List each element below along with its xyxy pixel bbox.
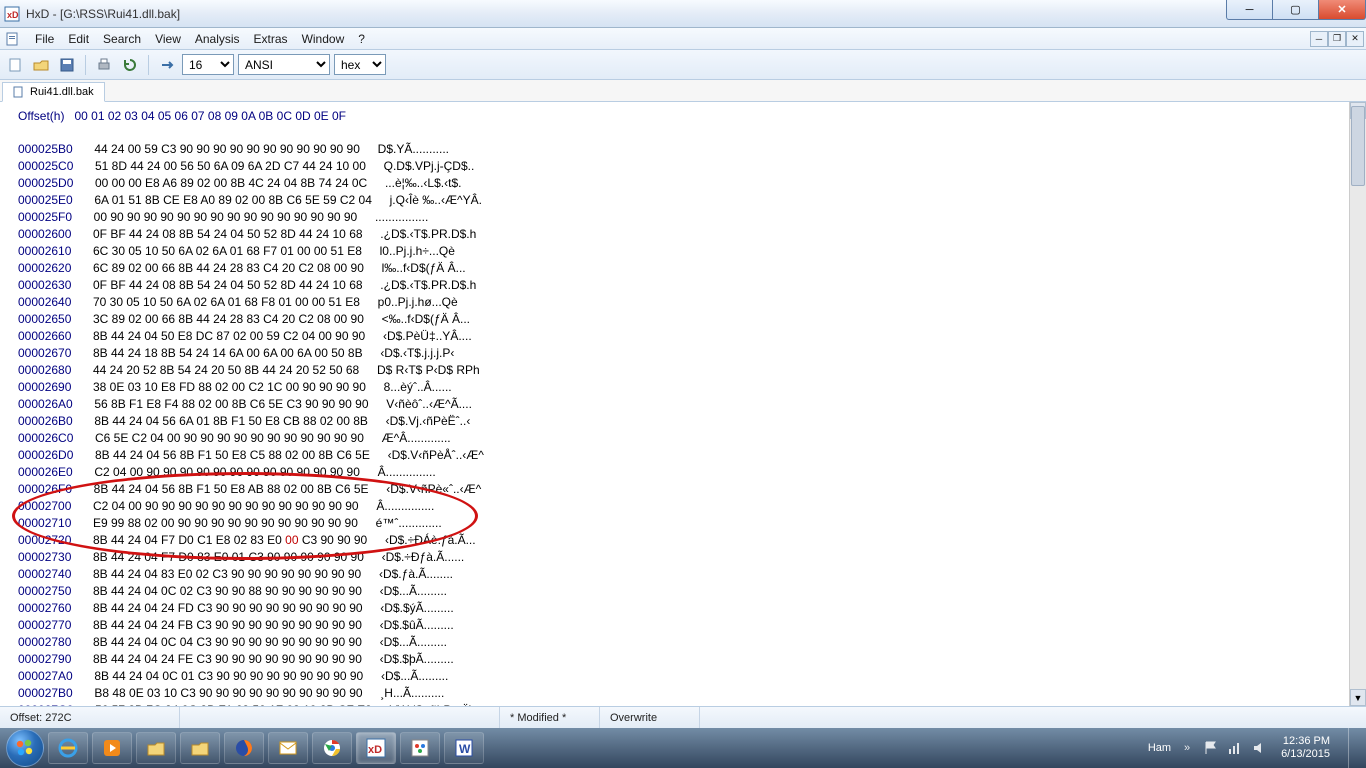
save-button[interactable] (56, 54, 78, 76)
close-button[interactable]: ✕ (1318, 0, 1366, 20)
menu-edit[interactable]: Edit (61, 32, 96, 46)
window-title: HxD - [G:\RSS\Rui41.dll.bak] (26, 7, 180, 21)
volume-icon[interactable] (1251, 740, 1267, 756)
status-mode: Overwrite (600, 707, 700, 728)
status-offset: Offset: 272C (0, 707, 180, 728)
status-bar: Offset: 272C * Modified * Overwrite (0, 706, 1366, 728)
vertical-scrollbar[interactable]: ▲ ▼ (1349, 102, 1366, 706)
taskbar-chrome-button[interactable] (312, 732, 352, 764)
taskbar-explorer-button[interactable] (136, 732, 176, 764)
mdi-minimize-button[interactable]: ─ (1310, 31, 1328, 47)
taskbar-media-button[interactable] (92, 732, 132, 764)
menu-view[interactable]: View (148, 32, 188, 46)
menu-analysis[interactable]: Analysis (188, 32, 247, 46)
tray-clock[interactable]: 12:36 PM 6/13/2015 (1275, 735, 1336, 761)
document-icon (4, 31, 20, 47)
taskbar-outlook-button[interactable] (268, 732, 308, 764)
title-bar: xD HxD - [G:\RSS\Rui41.dll.bak] ─ ▢ ✕ (0, 0, 1366, 28)
refresh-button[interactable] (119, 54, 141, 76)
window-controls: ─ ▢ ✕ (1226, 0, 1366, 20)
taskbar: xD W Ham » 12:36 PM 6/13/2015 (0, 728, 1366, 768)
tray-overflow-icon[interactable]: » (1179, 740, 1195, 756)
scroll-down-button[interactable]: ▼ (1350, 689, 1366, 706)
status-spacer (180, 707, 500, 728)
taskbar-explorer2-button[interactable] (180, 732, 220, 764)
insert-mode-button[interactable] (156, 54, 178, 76)
svg-text:xD: xD (368, 744, 382, 756)
toolbar: 16 ANSI hex (0, 50, 1366, 80)
taskbar-paint-button[interactable] (400, 732, 440, 764)
new-button[interactable] (4, 54, 26, 76)
document-tab-label: Rui41.dll.bak (30, 86, 94, 98)
hex-editor[interactable]: Offset(h) 00 01 02 03 04 05 06 07 08 09 … (0, 102, 1366, 706)
tab-strip: Rui41.dll.bak (0, 80, 1366, 102)
open-dropdown-button[interactable] (30, 54, 52, 76)
hex-content[interactable]: Offset(h) 00 01 02 03 04 05 06 07 08 09 … (0, 102, 1349, 706)
taskbar-firefox-button[interactable] (224, 732, 264, 764)
taskbar-ie-button[interactable] (48, 732, 88, 764)
system-tray: Ham » 12:36 PM 6/13/2015 (1148, 728, 1360, 768)
print-button[interactable] (93, 54, 115, 76)
menu-extras[interactable]: Extras (247, 32, 295, 46)
menu-window[interactable]: Window (295, 32, 352, 46)
mdi-restore-button[interactable]: ❐ (1328, 31, 1346, 47)
start-button[interactable] (6, 729, 44, 767)
taskbar-word-button[interactable]: W (444, 732, 484, 764)
network-icon[interactable] (1227, 740, 1243, 756)
show-desktop-button[interactable] (1348, 728, 1358, 768)
svg-text:xD: xD (7, 10, 19, 20)
app-icon: xD (4, 6, 20, 22)
mdi-controls: ─ ❐ ✕ (1310, 31, 1366, 47)
mdi-close-button[interactable]: ✕ (1346, 31, 1364, 47)
file-icon (13, 86, 25, 98)
tray-user-label: Ham (1148, 742, 1171, 754)
bytes-per-row-select[interactable]: 16 (182, 54, 234, 75)
separator (85, 55, 86, 75)
menu-file[interactable]: File (28, 32, 61, 46)
menu-search[interactable]: Search (96, 32, 148, 46)
scroll-thumb[interactable] (1351, 106, 1365, 186)
menu-help[interactable]: ? (351, 32, 372, 46)
flag-icon[interactable] (1203, 740, 1219, 756)
menu-bar: FileEditSearchViewAnalysisExtrasWindow? … (0, 28, 1366, 50)
document-tab[interactable]: Rui41.dll.bak (2, 82, 105, 102)
encoding-select[interactable]: ANSI (238, 54, 330, 75)
separator (148, 55, 149, 75)
svg-text:W: W (459, 742, 471, 756)
base-select[interactable]: hex (334, 54, 386, 75)
maximize-button[interactable]: ▢ (1272, 0, 1318, 20)
taskbar-hxd-button[interactable]: xD (356, 732, 396, 764)
status-modified: * Modified * (500, 707, 600, 728)
minimize-button[interactable]: ─ (1226, 0, 1272, 20)
